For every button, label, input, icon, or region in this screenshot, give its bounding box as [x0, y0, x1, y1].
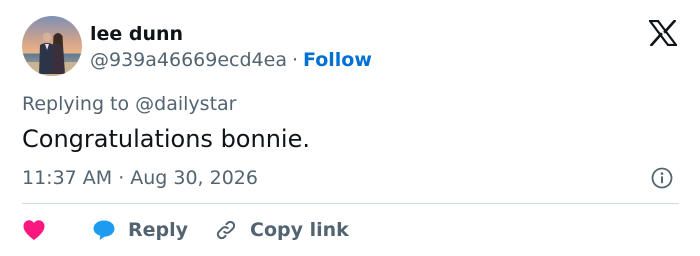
action-bar: Reply Copy link — [22, 216, 349, 244]
display-name[interactable]: lee dunn — [90, 22, 183, 46]
tweet-time: 11:37 AM — [22, 167, 113, 189]
heart-icon — [22, 219, 46, 241]
separator-dot: · — [118, 167, 125, 189]
timestamp-link[interactable]: 11:37 AM · Aug 30, 2026 — [22, 166, 258, 190]
user-handle[interactable]: @939a46669ecd4ea — [90, 49, 287, 71]
reply-context: Replying to @dailystar — [22, 92, 236, 116]
avatar[interactable] — [22, 16, 82, 76]
handle-row: @939a46669ecd4ea · Follow — [90, 48, 372, 72]
like-button[interactable] — [22, 219, 92, 241]
reply-mention-link[interactable]: @dailystar — [135, 93, 236, 115]
follow-button[interactable]: Follow — [303, 49, 372, 71]
tweet-date: Aug 30, 2026 — [130, 167, 258, 189]
copy-link-button[interactable]: Copy link — [214, 218, 349, 242]
copy-link-label: Copy link — [250, 219, 349, 241]
avatar-photo — [22, 16, 82, 76]
reply-button[interactable]: Reply — [92, 218, 214, 242]
tweet-card: lee dunn @939a46669ecd4ea · Follow Replyin… — [0, 0, 700, 256]
reply-context-prefix: Replying to — [22, 93, 130, 115]
reply-label: Reply — [128, 219, 189, 241]
tweet-text: Congratulations bonnie. — [22, 125, 310, 153]
x-logo-icon[interactable] — [649, 20, 677, 46]
speech-bubble-icon — [92, 219, 116, 241]
divider — [22, 203, 679, 204]
info-icon[interactable] — [651, 167, 673, 189]
link-icon — [214, 218, 238, 242]
separator-dot: · — [291, 49, 299, 71]
